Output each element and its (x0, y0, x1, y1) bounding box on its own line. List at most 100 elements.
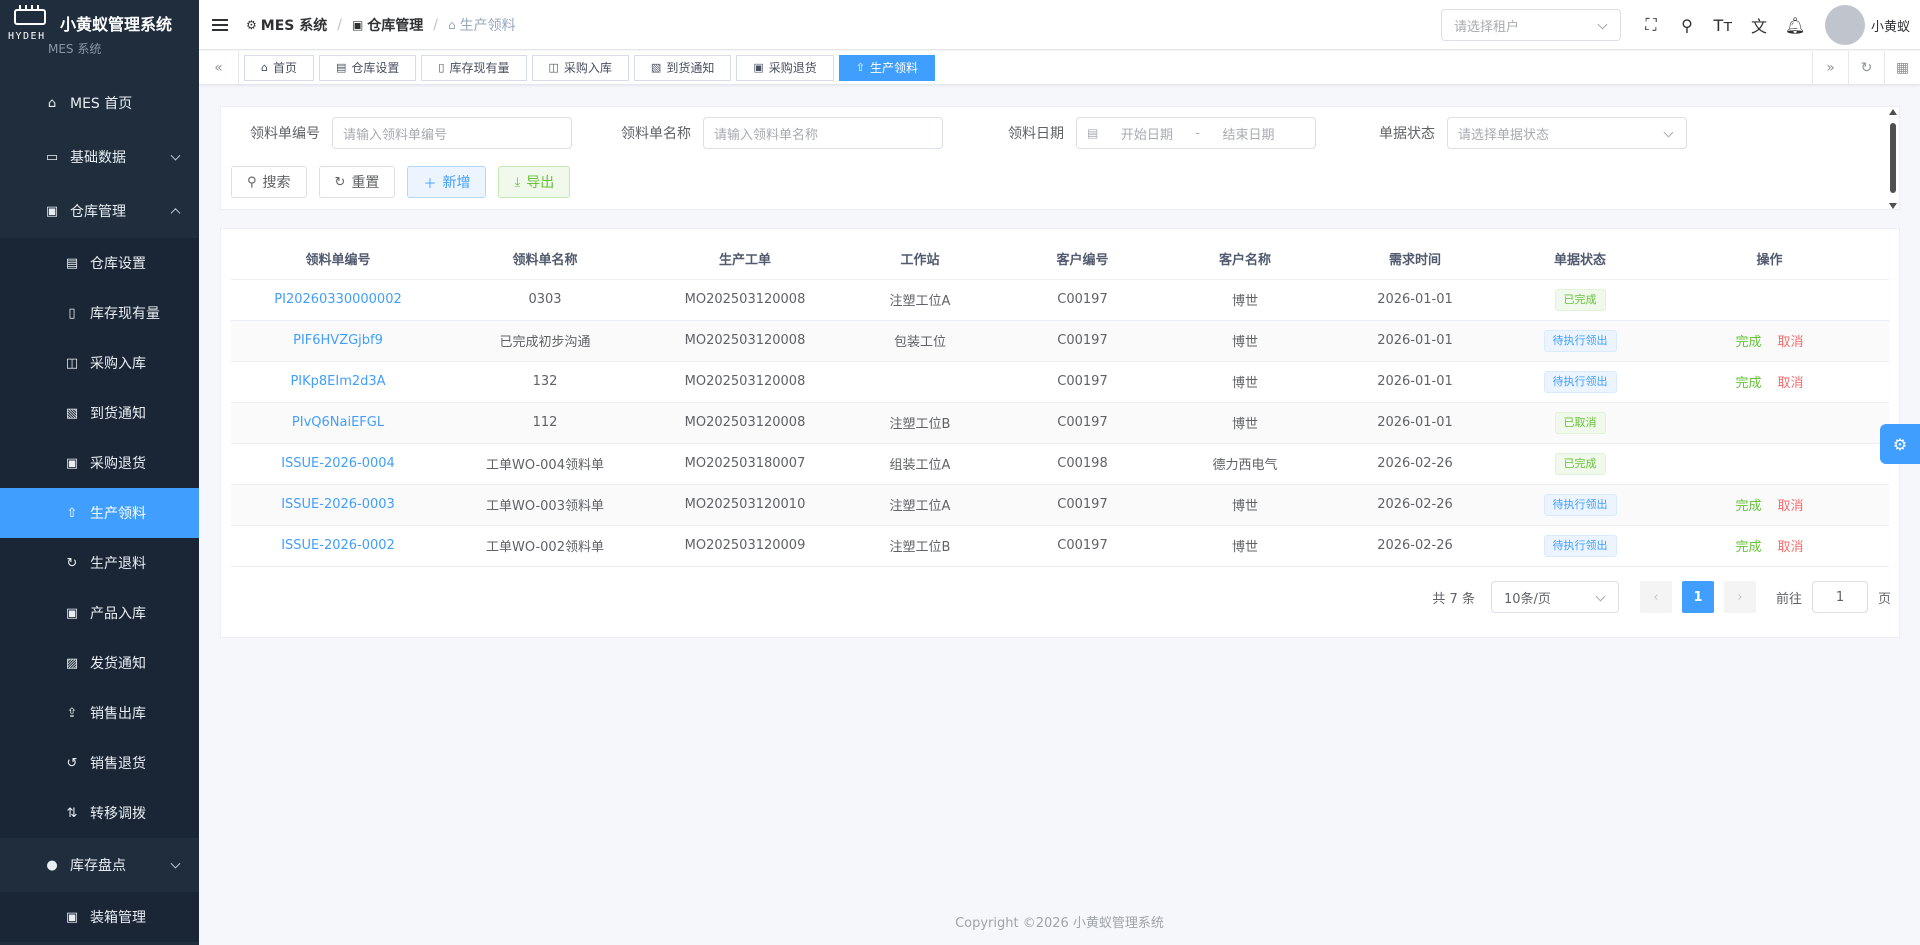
sidebar-item[interactable]: ↺ 销售退货 (0, 738, 199, 788)
avatar[interactable] (1824, 5, 1865, 45)
sidebar-item[interactable]: ◫ 采购入库 (0, 338, 199, 388)
page-size-select[interactable]: 10条/页 (1490, 581, 1619, 613)
next-page-button[interactable]: › (1723, 581, 1756, 613)
sidebar-item[interactable]: ▣ 采购退货 (0, 438, 199, 488)
translate-icon[interactable]: 文 (1741, 0, 1777, 50)
sidebar-item[interactable]: ▯ 库存现有量 (0, 288, 199, 338)
cell-name: 工单WO-003领料单 (445, 484, 645, 526)
fullscreen-icon[interactable]: ⛶ (1633, 0, 1669, 50)
table-row[interactable]: PIvQ6NaiEFGL 112 MO202503120008 注塑工位B C00197… (231, 402, 1889, 444)
username[interactable]: 小黄蚁 (1871, 16, 1910, 35)
scroll-right-icon[interactable]: » (1812, 51, 1848, 85)
date-range-picker[interactable]: ▤ 开始日期 - 结束日期 (1076, 117, 1316, 149)
sidebar-item[interactable]: ▤ 仓库设置 (0, 238, 199, 288)
complete-button[interactable]: 完成 (1735, 331, 1761, 350)
column-header: 领料单名称 (445, 239, 645, 280)
status-badge: 已完成 (1554, 288, 1606, 311)
pick-code-link[interactable]: PIF6HVZGjbf9 (293, 333, 383, 348)
goto-input[interactable]: 1 (1811, 581, 1868, 613)
pick-code-link[interactable]: ISSUE-2026-0003 (281, 497, 395, 512)
pick-code-link[interactable]: ISSUE-2026-0002 (281, 538, 395, 553)
bell-icon[interactable]: 🔔︎ (1777, 0, 1813, 50)
tag-item[interactable]: ▣ 采购退货 (736, 54, 834, 81)
status-select[interactable]: 请选择单据状态 (1447, 117, 1687, 149)
tag-item[interactable]: ▤ 仓库设置 (319, 54, 417, 81)
code-input[interactable]: 请输入领料单编号 (332, 117, 572, 149)
sidebar-item[interactable]: ⇅ 转移调拨 (0, 788, 199, 838)
hamburger-icon[interactable] (212, 18, 228, 31)
chip-icon: ⚙ (246, 17, 257, 32)
cell-station: 注塑工位B (845, 525, 995, 567)
page-number[interactable]: 1 (1681, 581, 1714, 613)
tag-item[interactable]: ◫ 采购入库 (531, 54, 629, 81)
sidebar-item[interactable]: ▭ 基础数据 (0, 130, 199, 184)
complete-button[interactable]: 完成 (1735, 495, 1761, 514)
sidebar-item[interactable]: ⇧ 生产领料 (0, 488, 199, 538)
scrollbar[interactable] (1889, 109, 1897, 209)
status-badge: 待执行领出 (1543, 329, 1617, 352)
tag-item[interactable]: ⌂ 首页 (244, 54, 314, 81)
complete-button[interactable]: 完成 (1735, 536, 1761, 555)
name-filter: 领料单名称 请输入领料单名称 (621, 117, 943, 149)
search-icon[interactable]: ⚲ (1669, 0, 1705, 50)
reset-button[interactable]: ↻ 重置 (318, 166, 396, 198)
sidebar-item[interactable]: ▣ 产品入库 (0, 588, 199, 638)
prev-page-button[interactable]: ‹ (1639, 581, 1672, 613)
sidebar-item-label: 到货通知 (90, 406, 146, 422)
sidebar-item[interactable]: ▨ 发货通知 (0, 638, 199, 688)
notice-icon: ▨ (65, 655, 79, 671)
table-row[interactable]: PIKp8EIm2d3A 132 MO202503120008 C00197 博世 202… (231, 361, 1889, 403)
sidebar-item[interactable]: ▣ 仓库管理 (0, 184, 199, 238)
tenant-select[interactable]: 请选择租户 (1440, 9, 1621, 41)
breadcrumb-item-warehouse[interactable]: ▣ 仓库管理 (352, 15, 423, 35)
pick-code-link[interactable]: ISSUE-2026-0004 (281, 456, 395, 471)
tag-item[interactable]: ▯ 库存现有量 (421, 54, 527, 81)
pick-icon: ⇧ (66, 505, 78, 521)
grid-menu-icon[interactable]: ▦ (1884, 51, 1920, 85)
sidebar-item[interactable]: ⌂ MES 首页 (0, 76, 199, 130)
sidebar-item[interactable]: ▧ 到货通知 (0, 388, 199, 438)
cell-text: 0303 (528, 292, 562, 307)
cell-date: 2026-01-01 (1320, 320, 1510, 362)
refresh-icon[interactable]: ↻ (1848, 51, 1884, 85)
scroll-left-icon[interactable]: « (199, 50, 239, 85)
sidebar-item[interactable]: ↻ 生产退料 (0, 538, 199, 588)
sidebar-item[interactable]: ▣ 装箱管理 (0, 892, 199, 942)
cancel-button[interactable]: 取消 (1778, 372, 1804, 391)
status-badge: 待执行领出 (1543, 534, 1617, 557)
pick-code-link[interactable]: PIKp8EIm2d3A (290, 374, 385, 389)
font-size-icon[interactable]: Tт (1705, 0, 1741, 50)
cell-text: MO202503120008 (684, 374, 806, 389)
logo[interactable]: HYDEH 小黄蚁管理系统 MES 系统 (0, 0, 199, 56)
name-input[interactable]: 请输入领料单名称 (703, 117, 943, 149)
sidebar-item[interactable]: ● 库存盘点 (0, 838, 199, 892)
cell-text: 2026-01-01 (1377, 374, 1453, 389)
tag-item[interactable]: ▧ 到货通知 (633, 54, 732, 81)
pick-code-link[interactable]: PI20260330000002 (274, 292, 401, 307)
outbound-icon: ⇪ (66, 705, 78, 721)
cancel-button[interactable]: 取消 (1778, 331, 1804, 350)
complete-button[interactable]: 完成 (1735, 372, 1761, 391)
sidebar-item[interactable]: ⇪ 销售出库 (0, 688, 199, 738)
export-button[interactable]: ⤓ 导出 (498, 166, 571, 198)
search-button[interactable]: ⚲ 搜索 (231, 166, 307, 198)
add-button[interactable]: ＋新增 (407, 166, 487, 198)
table-row[interactable]: PI20260330000002 0303 MO202503120008 注塑工位A C… (231, 279, 1889, 321)
table-row[interactable]: PIF6HVZGjbf9 已完成初步沟通 MO202503120008 包装工位 C00… (231, 320, 1889, 362)
cell-station: 组装工位A (845, 443, 995, 485)
pagination: 共 7 条 10条/页 ‹ 1 › 前往 1 页 (1432, 581, 1891, 613)
breadcrumb-item-mes[interactable]: ⚙ MES 系统 (246, 15, 327, 35)
settings-gear-icon[interactable]: ⚙ (1880, 424, 1920, 464)
cancel-button[interactable]: 取消 (1778, 495, 1804, 514)
table-row[interactable]: ISSUE-2026-0004 工单WO-004领料单 MO202503180007… (231, 443, 1889, 485)
cell-code: PIKp8EIm2d3A (231, 361, 445, 403)
cancel-button[interactable]: 取消 (1778, 536, 1804, 555)
cell-order: MO202503120008 (645, 402, 845, 444)
table-row[interactable]: ISSUE-2026-0002 工单WO-002领料单 MO202503120009… (231, 525, 1889, 567)
cell-text: C00198 (1057, 456, 1108, 471)
tag-item[interactable]: ⇧ 生产领料 (838, 54, 935, 81)
column-header: 生产工单 (645, 239, 845, 280)
document-check-icon: ▧ (650, 61, 662, 74)
pick-code-link[interactable]: PIvQ6NaiEFGL (292, 415, 384, 430)
table-row[interactable]: ISSUE-2026-0003 工单WO-003领料单 MO202503120010… (231, 484, 1889, 526)
